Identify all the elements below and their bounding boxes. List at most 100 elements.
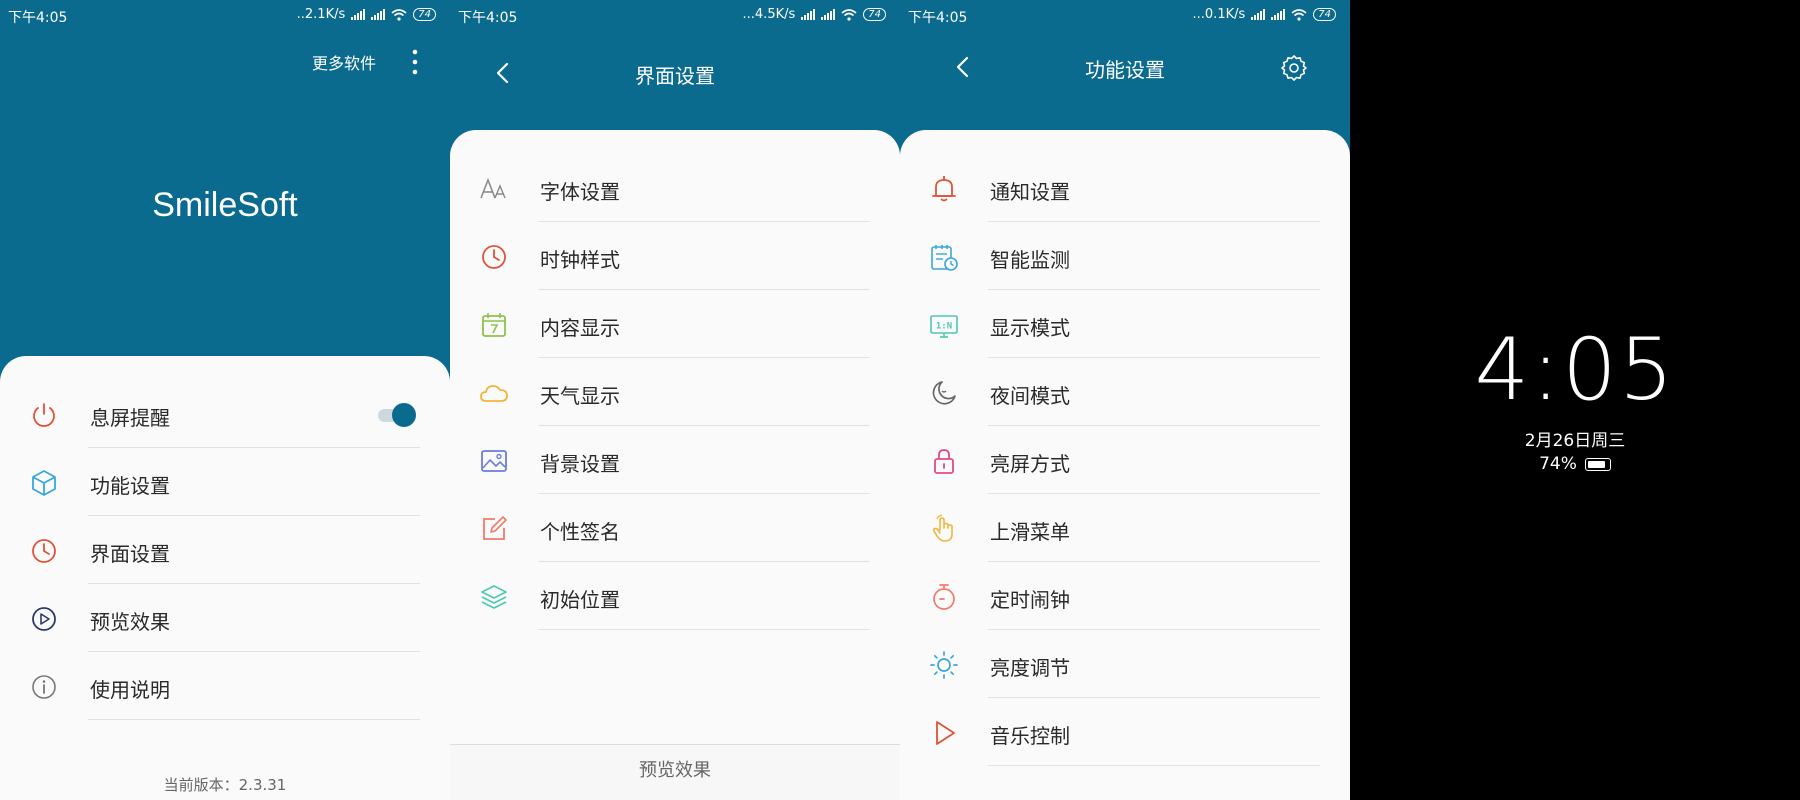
list-item-smart-monitoring[interactable]: 智能监测 <box>900 222 1350 290</box>
list-item-label: 亮度调节 <box>990 656 1070 680</box>
more-software-link[interactable]: 更多软件 <box>312 50 376 74</box>
moon-icon <box>932 381 956 405</box>
signal-icon <box>821 9 836 20</box>
list-item-label: 个性签名 <box>540 520 620 544</box>
list-item-content-display[interactable]: 内容显示 <box>450 290 900 358</box>
list-item-font-settings[interactable]: 字体设置 <box>450 154 900 222</box>
edit-icon <box>483 516 507 540</box>
wifi-icon <box>1291 8 1307 21</box>
list-item-label: 预览效果 <box>90 610 170 634</box>
signal-icon <box>1251 9 1266 20</box>
play-circle-icon <box>32 607 56 631</box>
image-icon <box>481 450 507 472</box>
divider <box>88 719 420 720</box>
list-item-display-mode[interactable]: 1:N 显示模式 <box>900 290 1350 358</box>
battery-icon: 74 <box>863 8 886 21</box>
signal-icon <box>801 9 816 20</box>
battery-icon: 74 <box>413 8 436 21</box>
cube-icon <box>32 470 56 496</box>
display-mode-icon: 1:N <box>930 315 958 338</box>
main-screen: 下午4:05 ..2.1K/s 74 更多软件 SmileSoft 息屏提醒 功… <box>0 0 450 800</box>
list-item-music-control[interactable]: 音乐控制 <box>900 698 1350 766</box>
gear-icon[interactable] <box>1280 54 1308 82</box>
status-bar: 下午4:05 ..2.1K/s 74 <box>0 0 450 30</box>
preview-button[interactable]: 预览效果 <box>450 744 900 800</box>
hand-icon <box>932 514 953 542</box>
status-bar: 下午4:05 ...0.1K/s 74 <box>900 0 1350 30</box>
list-item-instructions[interactable]: 使用说明 <box>0 652 450 720</box>
status-time: 下午4:05 <box>8 10 68 26</box>
list-item-preview[interactable]: 预览效果 <box>0 584 450 652</box>
wifi-icon <box>841 8 857 21</box>
list-item-label: 息屏提醒 <box>90 406 170 430</box>
settings-card: 通知设置 智能监测 1:N 显示模式 夜间模式 亮屏方式 上滑菜单 定时闹钟 亮… <box>900 130 1350 800</box>
list-item-weather-display[interactable]: 天气显示 <box>450 358 900 426</box>
network-speed: ...4.5K/s <box>742 7 796 22</box>
settings-card: 字体设置 时钟样式 内容显示 天气显示 背景设置 个性签名 初始位置 <box>450 130 900 800</box>
list-item-signature[interactable]: 个性签名 <box>450 494 900 562</box>
list-item-label: 时钟样式 <box>540 248 620 272</box>
list-item-label: 通知设置 <box>990 180 1070 204</box>
list-item-label: 定时闹钟 <box>990 588 1070 612</box>
list-item-label: 音乐控制 <box>990 724 1070 748</box>
list-item-brightness[interactable]: 亮度调节 <box>900 630 1350 698</box>
list-item-label: 内容显示 <box>540 316 620 340</box>
list-item-label: 字体设置 <box>540 180 620 204</box>
wifi-icon <box>391 8 407 21</box>
list-item-label: 界面设置 <box>90 542 170 566</box>
list-item-ui-settings[interactable]: 界面设置 <box>0 516 450 584</box>
timer-icon <box>933 584 955 610</box>
battery-icon <box>1584 457 1611 471</box>
list-item-label: 夜间模式 <box>990 384 1070 408</box>
app-name: SmileSoft <box>152 186 298 224</box>
bell-icon <box>932 176 956 202</box>
signal-icon <box>351 9 366 20</box>
calendar-icon <box>482 313 506 337</box>
page-title: 界面设置 <box>635 64 715 88</box>
sun-icon <box>930 651 958 679</box>
list-item-label: 背景设置 <box>540 452 620 476</box>
list-item-label: 功能设置 <box>90 474 170 498</box>
signal-icon <box>1271 9 1286 20</box>
lock-battery-percent: 74% <box>1539 454 1577 474</box>
list-item-label: 亮屏方式 <box>990 452 1070 476</box>
clock-icon <box>32 539 56 563</box>
list-item-swipe-up-menu[interactable]: 上滑菜单 <box>900 494 1350 562</box>
list-item-clock-style[interactable]: 时钟样式 <box>450 222 900 290</box>
list-item-label: 显示模式 <box>990 316 1070 340</box>
list-item-initial-position[interactable]: 初始位置 <box>450 562 900 630</box>
more-menu-icon[interactable] <box>410 48 420 76</box>
divider <box>988 765 1320 766</box>
menu-card: 息屏提醒 功能设置 界面设置 预览效果 使用说明 当前版本：2.3.31 <box>0 356 450 800</box>
lock-date: 2月26日周三 <box>1524 431 1626 451</box>
list-item-notification-settings[interactable]: 通知设置 <box>900 154 1350 222</box>
signal-icon <box>371 9 386 20</box>
font-icon <box>480 177 506 199</box>
network-speed: ...0.1K/s <box>1192 7 1246 22</box>
status-time: 下午4:05 <box>458 10 518 26</box>
layers-icon <box>481 585 507 609</box>
list-item-function-settings[interactable]: 功能设置 <box>0 448 450 516</box>
schedule-icon <box>931 245 958 271</box>
lock-icon <box>934 449 954 474</box>
always-on-display-screen: 4:05 2月26日周三 74% <box>1350 0 1800 800</box>
play-icon <box>936 721 955 745</box>
list-item-screen-off-reminder[interactable]: 息屏提醒 <box>0 380 450 448</box>
list-item-screen-on-method[interactable]: 亮屏方式 <box>900 426 1350 494</box>
list-item-label: 天气显示 <box>540 384 620 408</box>
list-item-label: 智能监测 <box>990 248 1070 272</box>
screen-off-toggle[interactable] <box>376 402 416 428</box>
cloud-icon <box>480 385 508 402</box>
status-bar: 下午4:05 ...4.5K/s 74 <box>450 0 900 30</box>
list-item-timed-alarm[interactable]: 定时闹钟 <box>900 562 1350 630</box>
list-item-background-settings[interactable]: 背景设置 <box>450 426 900 494</box>
battery-icon: 74 <box>1313 8 1336 21</box>
divider <box>538 629 870 630</box>
function-settings-screen: 下午4:05 ...0.1K/s 74 功能设置 通知设置 智能监测 1:N 显… <box>900 0 1350 800</box>
list-item-label: 使用说明 <box>90 678 170 702</box>
clock-icon <box>482 245 506 269</box>
network-speed: ..2.1K/s <box>296 7 346 22</box>
list-item-label: 初始位置 <box>540 588 620 612</box>
ui-settings-screen: 下午4:05 ...4.5K/s 74 界面设置 字体设置 时钟样式 内容显示 <box>450 0 900 800</box>
list-item-night-mode[interactable]: 夜间模式 <box>900 358 1350 426</box>
